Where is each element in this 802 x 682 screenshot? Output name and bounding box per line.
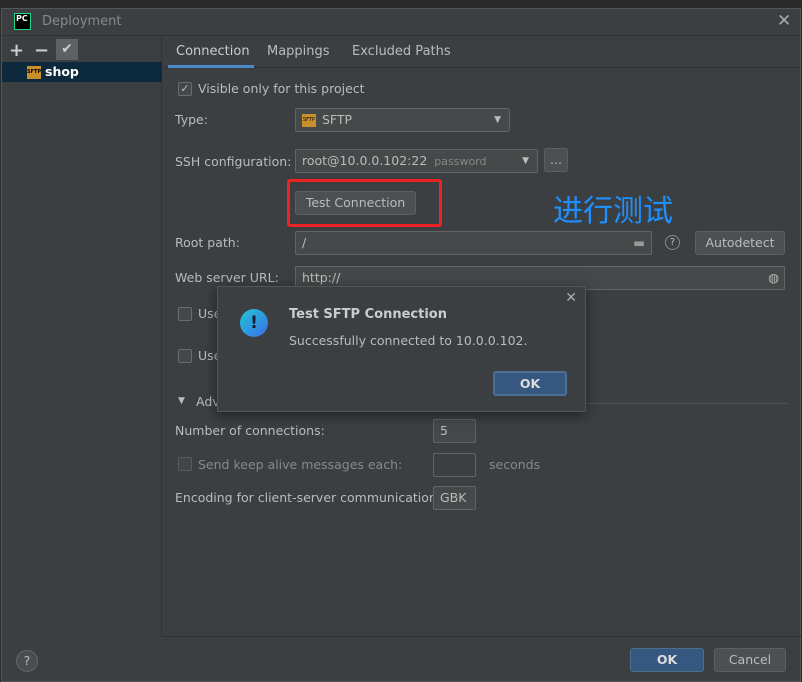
annotation-text: 进行测试 (553, 194, 673, 229)
root-path-input[interactable]: / ▬ (295, 231, 652, 255)
visible-only-label: Visible only for this project (198, 81, 365, 96)
keepalive-checkbox[interactable] (178, 457, 192, 471)
ssh-auth-type: password (434, 155, 487, 168)
tab-mappings[interactable]: Mappings (267, 44, 330, 59)
ssh-config-label: SSH configuration: (175, 154, 292, 169)
help-button[interactable]: ? (16, 650, 38, 672)
remove-server-button[interactable]: − (34, 40, 49, 61)
web-server-url-label: Web server URL: (175, 270, 279, 285)
folder-icon[interactable]: ▬ (633, 232, 645, 254)
pycharm-logo-icon: PC (14, 13, 31, 30)
ssh-config-select[interactable]: root@10.0.0.102:22 password ▼ (295, 149, 538, 173)
root-path-value: / (302, 235, 307, 250)
tab-connection[interactable]: Connection (176, 44, 250, 59)
ssh-config-more-button[interactable]: ... (544, 148, 568, 172)
set-default-button[interactable]: ✔ (56, 39, 78, 60)
web-server-url-value: http:// (302, 270, 341, 285)
visible-only-checkbox[interactable]: ✓ (178, 82, 192, 96)
connections-label: Number of connections: (175, 423, 325, 438)
tab-excluded-paths[interactable]: Excluded Paths (352, 44, 451, 59)
footer-divider (161, 636, 801, 637)
chevron-down-icon: ▼ (522, 156, 529, 166)
tab-bar: Connection Mappings Excluded Paths (163, 36, 800, 68)
popup-ok-button[interactable]: OK (493, 371, 567, 396)
sftp-icon: SFTP (27, 66, 41, 79)
active-tab-indicator (168, 65, 254, 68)
sftp-icon: SFTP (302, 114, 316, 127)
add-server-button[interactable]: + (9, 40, 24, 61)
popup-close-icon[interactable]: ✕ (565, 290, 577, 306)
ok-button[interactable]: OK (630, 648, 704, 672)
type-label: Type: (175, 112, 208, 127)
globe-icon[interactable]: ◍ (768, 267, 779, 289)
server-sidebar: + − ✔ SFTP shop (2, 36, 162, 636)
keepalive-input[interactable] (433, 453, 476, 477)
dialog-title: Deployment (42, 14, 122, 29)
popup-title: Test SFTP Connection (289, 307, 447, 322)
background-window-strip (0, 0, 802, 8)
type-value: SFTP (322, 112, 353, 127)
info-icon: ! (240, 309, 268, 337)
keepalive-unit: seconds (489, 457, 541, 472)
encoding-label: Encoding for client-server communication… (175, 490, 442, 505)
connections-input[interactable]: 5 (433, 419, 476, 443)
server-item-shop[interactable]: SFTP shop (2, 62, 162, 82)
use-checkbox-1[interactable] (178, 307, 192, 321)
cancel-button[interactable]: Cancel (714, 648, 786, 672)
use-checkbox-2[interactable] (178, 349, 192, 363)
ssh-config-value: root@10.0.0.102:22 (302, 153, 428, 168)
highlight-box (287, 179, 442, 227)
popup-message: Successfully connected to 10.0.0.102. (289, 333, 528, 348)
divider (586, 403, 787, 404)
keepalive-label: Send keep alive messages each: (198, 457, 403, 472)
chevron-down-icon: ▼ (494, 115, 501, 125)
encoding-input[interactable]: GBK (433, 486, 476, 510)
server-name: shop (45, 64, 79, 79)
expand-triangle-icon[interactable]: ▼ (178, 396, 185, 406)
close-icon[interactable]: ✕ (777, 11, 791, 31)
help-icon[interactable]: ? (665, 235, 680, 250)
type-select[interactable]: SFTP SFTP ▼ (295, 108, 510, 132)
title-bar: PC Deployment ✕ (2, 9, 800, 36)
autodetect-button[interactable]: Autodetect (695, 231, 785, 255)
test-sftp-popup: ! ✕ Test SFTP Connection Successfully co… (217, 286, 586, 412)
root-path-label: Root path: (175, 235, 240, 250)
